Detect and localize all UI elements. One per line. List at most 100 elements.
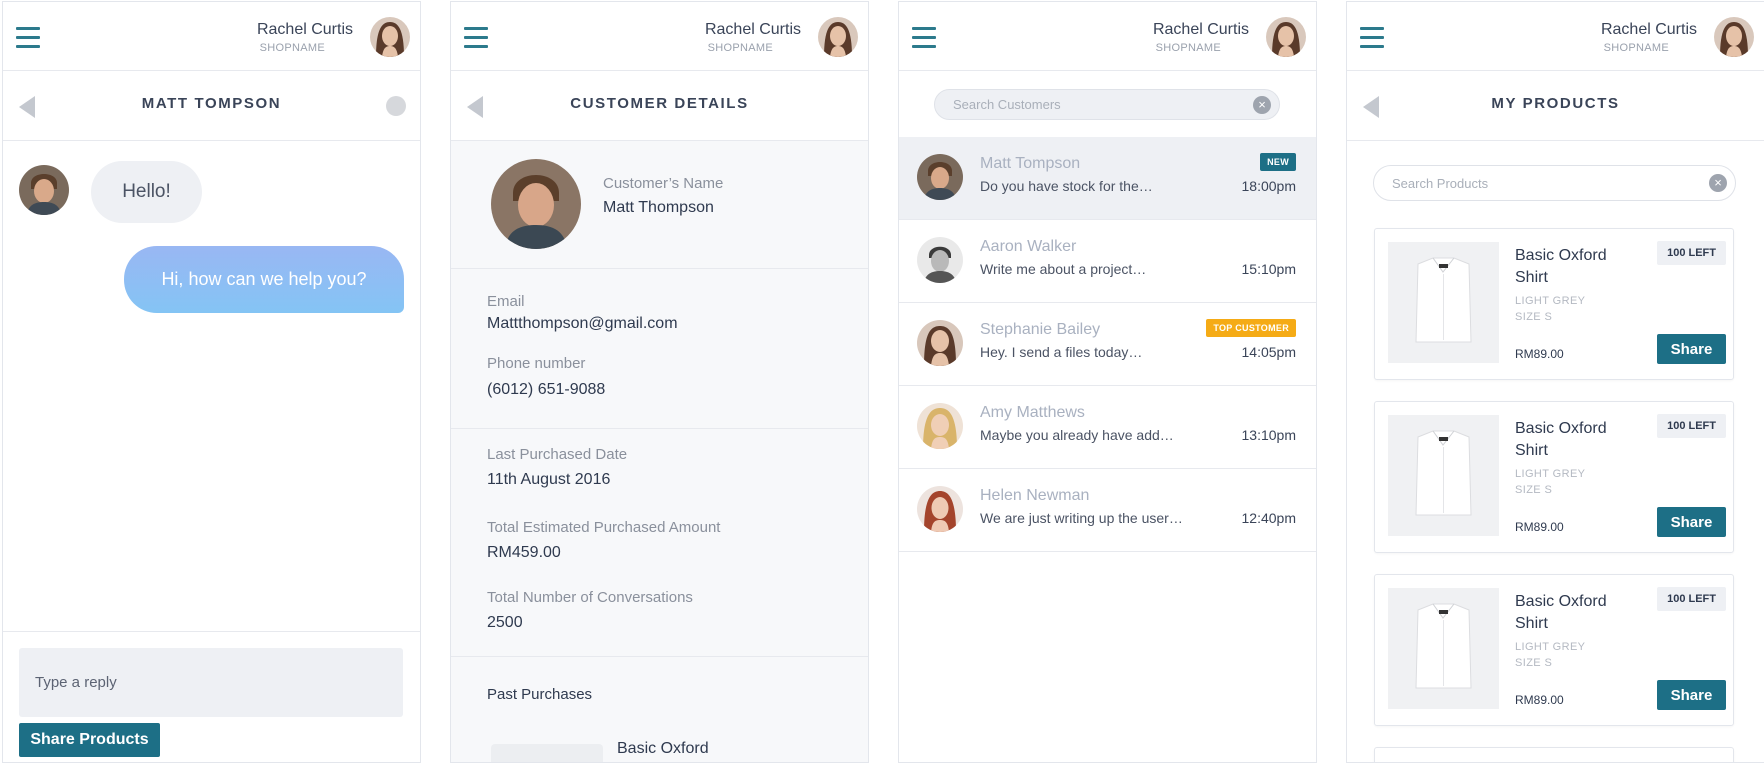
products-title: MY PRODUCTS: [1491, 95, 1620, 112]
clear-search-icon[interactable]: ×: [1709, 174, 1727, 192]
customer-name-label: Customer’s Name: [603, 175, 724, 192]
product-name: Basic Oxford Shirt: [1515, 247, 1607, 286]
customer-details-body: Customer’s Name Matt Thompson Email Matt…: [451, 141, 868, 762]
search-placeholder: Search Customers: [953, 97, 1061, 112]
product-card[interactable]: Basic Oxford Shirt 100 LEFT LIGHT GREY S…: [1374, 574, 1734, 726]
hamburger-menu-icon[interactable]: [1360, 27, 1384, 49]
product-search-input[interactable]: Search Products ×: [1373, 165, 1736, 201]
conversations-label: Total Number of Conversations: [487, 589, 693, 606]
customer-details-screen: Rachel Curtis SHOPNAME CUSTOMER DETAILS …: [450, 1, 869, 763]
hamburger-menu-icon[interactable]: [912, 27, 936, 49]
share-button[interactable]: Share: [1657, 334, 1726, 364]
incoming-message-bubble: Hello!: [91, 161, 202, 223]
total-amount-value: RM459.00: [487, 544, 561, 561]
past-purchase-thumbnail: [491, 744, 603, 762]
top-bar: Rachel Curtis SHOPNAME: [1347, 2, 1764, 71]
search-placeholder: Search Products: [1392, 176, 1489, 191]
shirt-product-image: [1388, 242, 1499, 363]
share-button[interactable]: Share: [1657, 507, 1726, 537]
product-color: LIGHT GREY: [1515, 468, 1586, 480]
customer-message-time: 15:10pm: [1241, 261, 1296, 277]
chat-header: MATT TOMPSON: [3, 71, 420, 141]
customer-avatar: [491, 159, 581, 249]
customer-list-item[interactable]: Amy Matthews Maybe you already have add……: [899, 386, 1316, 469]
customer-last-message: Write me about a project…: [980, 261, 1147, 277]
user-avatar[interactable]: [1266, 17, 1306, 57]
customer-name: Helen Newman: [980, 487, 1090, 504]
hamburger-menu-icon[interactable]: [464, 27, 488, 49]
customer-avatar: [917, 486, 963, 532]
hamburger-menu-icon[interactable]: [16, 27, 40, 49]
user-name: Rachel Curtis: [256, 21, 353, 38]
conversations-value: 2500: [487, 614, 523, 631]
customer-message-time: 18:00pm: [1241, 178, 1296, 194]
shop-name: SHOPNAME: [1155, 42, 1221, 54]
product-size: SIZE S: [1515, 311, 1553, 323]
shop-name: SHOPNAME: [259, 42, 325, 54]
customer-last-message: Maybe you already have add…: [980, 427, 1174, 443]
product-color: LIGHT GREY: [1515, 641, 1586, 653]
product-size: SIZE S: [1515, 657, 1553, 669]
customer-list-item[interactable]: Helen Newman We are just writing up the …: [899, 469, 1316, 552]
product-price: RM89.00: [1515, 520, 1564, 534]
stock-badge: 100 LEFT: [1657, 241, 1726, 265]
products-screen: Rachel Curtis SHOPNAME MY PRODUCTS Searc…: [1346, 1, 1764, 763]
product-name: Basic Oxford Shirt: [1515, 420, 1607, 459]
phone-label: Phone number: [487, 355, 586, 372]
shirt-product-image: [1388, 588, 1499, 709]
customer-name: Amy Matthews: [980, 404, 1085, 421]
email-label: Email: [487, 293, 525, 310]
product-card[interactable]: Basic Oxford Shirt 100 LEFT LIGHT GREY S…: [1374, 401, 1734, 553]
share-button[interactable]: Share: [1657, 680, 1726, 710]
top-bar: Rachel Curtis SHOPNAME: [3, 2, 420, 71]
top-customer-badge: TOP CUSTOMER: [1206, 319, 1296, 337]
customer-list-screen: Rachel Curtis SHOPNAME Search Customers …: [898, 1, 1317, 763]
product-color: LIGHT GREY: [1515, 295, 1586, 307]
customer-name-value: Matt Thompson: [603, 199, 714, 216]
past-purchase-item-name[interactable]: Basic Oxford: [617, 740, 709, 758]
customer-list-item[interactable]: Aaron Walker Write me about a project… 1…: [899, 220, 1316, 303]
shirt-product-image: [1388, 415, 1499, 536]
customer-message-time: 14:05pm: [1241, 344, 1296, 360]
customer-last-message: We are just writing up the user…: [980, 510, 1183, 526]
product-size: SIZE S: [1515, 484, 1553, 496]
stock-badge: 100 LEFT: [1657, 587, 1726, 611]
customer-avatar: [917, 237, 963, 283]
share-products-button[interactable]: Share Products: [19, 723, 160, 757]
customer-avatar: [917, 154, 963, 200]
customer-avatar: [917, 320, 963, 366]
customer-list-item[interactable]: Stephanie Bailey Hey. I send a files tod…: [899, 303, 1316, 386]
user-name: Rachel Curtis: [1600, 21, 1697, 38]
last-purchased-label: Last Purchased Date: [487, 446, 628, 463]
email-value: Mattthompson@gmail.com: [487, 315, 678, 332]
product-price: RM89.00: [1515, 347, 1564, 361]
total-amount-label: Total Estimated Purchased Amount: [487, 519, 721, 536]
customer-list-item[interactable]: Matt Tompson Do you have stock for the… …: [899, 137, 1316, 220]
user-avatar[interactable]: [818, 17, 858, 57]
top-bar: Rachel Curtis SHOPNAME: [899, 2, 1316, 71]
user-avatar[interactable]: [1714, 17, 1754, 57]
reply-input[interactable]: [19, 648, 403, 717]
customer-avatar: [19, 165, 69, 215]
status-dot-icon: [386, 96, 406, 116]
customer-message-time: 13:10pm: [1241, 427, 1296, 443]
shop-name: SHOPNAME: [707, 42, 773, 54]
reply-area: Share Products: [3, 631, 420, 762]
user-avatar[interactable]: [370, 17, 410, 57]
clear-search-icon[interactable]: ×: [1253, 96, 1271, 114]
product-price: RM89.00: [1515, 693, 1564, 707]
product-card[interactable]: Basic Oxford Shirt 100 LEFT LIGHT GREY S…: [1374, 228, 1734, 380]
customer-name: Stephanie Bailey: [980, 321, 1101, 338]
customer-name: Aaron Walker: [980, 238, 1077, 255]
product-name: Basic Oxford Shirt: [1515, 593, 1607, 632]
customer-search-input[interactable]: Search Customers ×: [934, 89, 1280, 120]
customer-message-time: 12:40pm: [1241, 510, 1296, 526]
top-bar: Rachel Curtis SHOPNAME: [451, 2, 868, 71]
stock-badge: 100 LEFT: [1657, 414, 1726, 438]
past-purchases-label: Past Purchases: [487, 686, 593, 703]
divider: [451, 656, 868, 657]
customer-profile: Customer’s Name Matt Thompson: [451, 141, 868, 269]
products-header: MY PRODUCTS: [1347, 71, 1764, 141]
product-card[interactable]: [1374, 747, 1734, 762]
user-name: Rachel Curtis: [1152, 21, 1249, 38]
